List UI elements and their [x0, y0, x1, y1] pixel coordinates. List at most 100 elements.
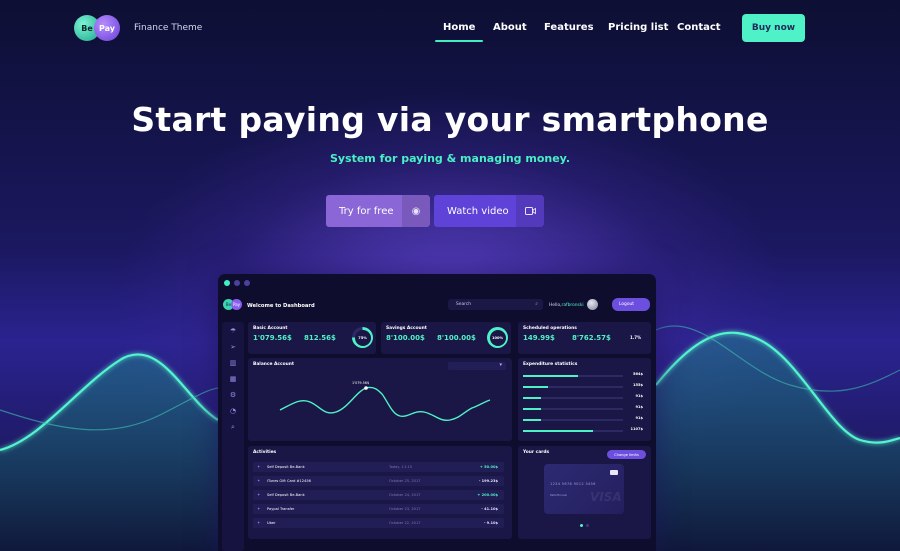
carousel-dot[interactable] — [580, 524, 583, 527]
expenditure-value: 155$ — [632, 383, 643, 387]
search-icon: ⌕ — [535, 301, 538, 307]
balance-account-card: Balance Account ▾ 1'079.56$ — [248, 358, 512, 441]
activity-amount: + 200.00$ — [477, 493, 498, 497]
activity-row[interactable]: ✦ iTunes Gift Card #12456 October 25, 2017… — [253, 476, 504, 486]
hello-label: Hello, — [549, 303, 562, 308]
activity-icon: ✦ — [257, 464, 261, 469]
try-for-free-button[interactable]: Try for free ◉ — [326, 195, 430, 227]
video-camera-icon — [516, 195, 544, 227]
activity-row[interactable]: ✦ Uber October 22, 2017 - 9.10$ — [253, 518, 504, 528]
bar-chart-icon[interactable]: ▥ — [228, 358, 238, 368]
activity-name: Self Deposit Be-Bank — [267, 465, 305, 469]
balance-period-select[interactable]: ▾ — [448, 362, 506, 370]
activity-date: October 23, 2017 — [389, 507, 421, 511]
activities-title: Activities — [253, 450, 277, 455]
card-number: 1234 5678 9012 3456 — [550, 482, 596, 486]
expenditure-bar-fill — [523, 397, 541, 399]
activity-row[interactable]: ✦ Self Deposit Be-Bank October 24, 2017 + 2… — [253, 490, 504, 500]
your-cards-card: Your cards Change limits 1234 5678 9012 … — [518, 446, 651, 539]
expenditure-row: 564$ — [523, 370, 643, 380]
visa-logo-icon: VISA — [590, 490, 622, 504]
credit-card[interactable]: 1234 5678 9012 3456 Rafal Bronski VISA — [544, 464, 624, 514]
savings-progress-ring: 100% — [487, 327, 508, 348]
activity-name: Paypal Transfer — [267, 507, 295, 511]
carousel-dot[interactable] — [586, 524, 589, 527]
balance-account-title: Balance Account — [253, 362, 294, 367]
activity-amount: - 41.10$ — [481, 507, 498, 511]
nav-link-pricing-list[interactable]: Pricing list — [608, 22, 668, 33]
savings-account-card[interactable]: Savings Account 8'100.00$ 8'100.00$ 100% — [381, 322, 511, 354]
pie-chart-icon[interactable]: ◔ — [228, 406, 238, 416]
top-navigation: Be Pay Finance Theme Home About Features… — [0, 0, 900, 56]
expenditure-value: 91$ — [635, 394, 643, 398]
settings-icon[interactable]: ⚙ — [228, 390, 238, 400]
activity-date: October 25, 2017 — [389, 479, 421, 483]
balance-peak-label: 1'079.56$ — [352, 381, 370, 385]
username: rafbronski — [561, 303, 584, 308]
chevron-down-icon: ▾ — [499, 362, 502, 368]
activity-date: October 24, 2017 — [389, 493, 421, 497]
umbrella-icon[interactable]: ☂ — [228, 326, 238, 336]
window-controls — [224, 280, 250, 286]
activity-row[interactable]: ✦ Paypal Transfer October 23, 2017 - 41.10$ — [253, 504, 504, 514]
savings-ring-label: 100% — [489, 329, 506, 346]
calendar-icon[interactable]: ▦ — [228, 374, 238, 384]
expenditure-value: 91$ — [635, 405, 643, 409]
basic-ring-label: 75% — [354, 329, 371, 346]
logo-pay-bubble: Pay — [94, 15, 120, 41]
mini-logo-pay: Pay — [231, 299, 242, 310]
window-dot-min — [234, 280, 240, 286]
logout-button[interactable]: Logout — [612, 298, 650, 311]
logout-label: Logout — [619, 302, 635, 307]
activity-amount: - 9.10$ — [483, 521, 498, 525]
scheduled-amount-1: 149.99$ — [523, 334, 555, 342]
hero-subtitle: System for paying & managing money. — [329, 152, 571, 165]
expenditure-row: 91$ — [523, 392, 643, 402]
buy-now-button[interactable]: Buy now — [742, 14, 805, 42]
nav-link-features[interactable]: Features — [544, 22, 594, 33]
hello-user: Hello,rafbronski — [549, 303, 584, 308]
expenditure-bar-fill — [523, 430, 593, 432]
expenditure-statistics-card: Expenditure statistics 564$ 155$ 91$ 91$… — [518, 358, 651, 441]
basic-amount-2: 812.56$ — [304, 334, 336, 342]
brand-subtitle: Finance Theme — [134, 23, 203, 33]
savings-account-title: Savings Account — [386, 326, 427, 331]
nav-link-about[interactable]: About — [493, 22, 527, 33]
nav-link-contact[interactable]: Contact — [677, 22, 721, 33]
basic-account-title: Basic Account — [253, 326, 288, 331]
savings-amount-2: 8'100.00$ — [437, 334, 476, 342]
scheduled-title: Scheduled operations — [523, 326, 577, 331]
window-dot-close — [224, 280, 230, 286]
expenditure-value: 91$ — [635, 416, 643, 420]
scheduled-operations-card[interactable]: Scheduled operations 149.99$ 8'762.57$ 1… — [518, 322, 651, 354]
dashboard-sidebar: ☂ ➢ ▥ ▦ ⚙ ◔ ⌕ — [222, 322, 244, 551]
card-chip-icon — [610, 470, 618, 475]
change-limits-button[interactable]: Change limits — [607, 450, 646, 459]
dashboard-search-input[interactable]: Search ⌕ — [448, 299, 543, 310]
basic-account-card[interactable]: Basic Account 1'079.56$ 812.56$ 75% — [248, 322, 376, 354]
activity-icon: ✦ — [257, 520, 261, 525]
expenditure-row: 91$ — [523, 403, 643, 413]
bepay-logo[interactable]: Be Pay — [74, 15, 124, 43]
play-circle-icon: ◉ — [402, 195, 430, 227]
card-carousel-dots[interactable] — [580, 524, 589, 527]
watch-video-button[interactable]: Watch video — [434, 195, 544, 227]
activity-row[interactable]: ✦ Self Deposit Be-Bank Today, 11:15 + 50.00… — [253, 462, 504, 472]
expenditure-row: 1107$ — [523, 425, 643, 435]
activity-icon: ✦ — [257, 506, 261, 511]
send-icon[interactable]: ➢ — [228, 342, 238, 352]
watch-video-label: Watch video — [447, 205, 509, 217]
expenditure-bar-fill — [523, 375, 578, 377]
card-holder: Rafal Bronski — [550, 494, 567, 497]
dashboard-search-placeholder: Search — [456, 302, 472, 307]
avatar[interactable] — [587, 299, 598, 310]
basic-progress-ring: 75% — [352, 327, 373, 348]
basic-amount-1: 1'079.56$ — [253, 334, 292, 342]
nav-link-home[interactable]: Home — [434, 22, 485, 42]
expenditure-row: 155$ — [523, 381, 643, 391]
hero-title: Start paying via your smartphone — [131, 100, 769, 139]
activity-amount: + 50.00$ — [479, 465, 498, 469]
activity-amount: - 199.23$ — [478, 479, 498, 483]
search-money-icon[interactable]: ⌕ — [228, 422, 238, 432]
try-for-free-label: Try for free — [339, 205, 394, 217]
